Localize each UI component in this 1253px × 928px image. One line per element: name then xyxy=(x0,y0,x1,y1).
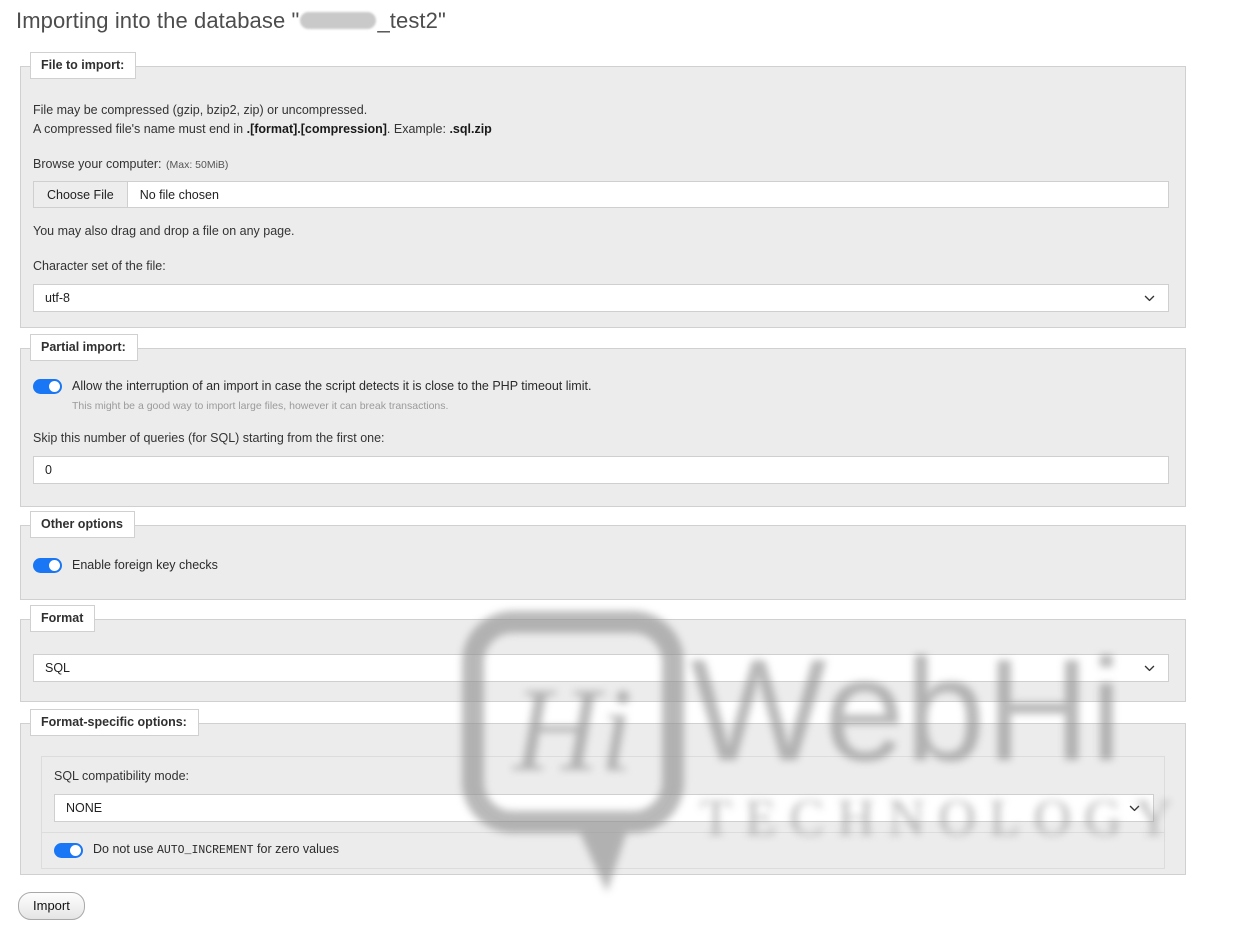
format-select[interactable]: SQL xyxy=(33,654,1169,682)
browse-your-computer-row: Browse your computer: (Max: 50MiB) xyxy=(33,155,1173,174)
chevron-down-icon xyxy=(1143,292,1156,305)
allow-interrupt-toggle[interactable] xyxy=(33,379,62,394)
auto-increment-suffix: for zero values xyxy=(253,842,340,856)
charset-label: Character set of the file: xyxy=(33,259,166,273)
charset-select-value: utf-8 xyxy=(45,291,71,305)
other-options-fieldset: Other options Enable foreign key checks xyxy=(20,511,1186,600)
partial-import-fieldset: Partial import: Allow the interruption o… xyxy=(20,334,1186,507)
auto-increment-row[interactable]: Do not use AUTO_INCREMENT for zero value… xyxy=(54,842,1152,858)
toggle-knob xyxy=(49,381,60,392)
sql-compatibility-select[interactable]: NONE xyxy=(54,794,1154,822)
format-legend: Format xyxy=(30,605,96,632)
format-specific-options-legend: Format-specific options: xyxy=(30,709,199,736)
max-file-size: (Max: 50MiB) xyxy=(165,159,229,171)
format-specific-options-fieldset: Format-specific options: SQL compatibili… xyxy=(20,709,1186,875)
page-title-suffix: _test2" xyxy=(377,8,446,33)
sql-compatibility-value: NONE xyxy=(66,801,103,815)
allow-interrupt-hint: This might be a good way to import large… xyxy=(72,400,449,412)
compression-info-line1: File may be compressed (gzip, bzip2, zip… xyxy=(33,103,368,117)
auto-increment-section: Do not use AUTO_INCREMENT for zero value… xyxy=(42,832,1164,868)
file-to-import-legend: File to import: xyxy=(30,52,137,79)
drag-drop-note: You may also drag and drop a file on any… xyxy=(33,224,295,238)
sql-compatibility-label: SQL compatibility mode: xyxy=(54,769,190,783)
auto-increment-toggle[interactable] xyxy=(54,842,83,858)
auto-increment-prefix: Do not use xyxy=(93,842,157,856)
page-title-prefix: Importing into the database " xyxy=(16,8,300,33)
foreign-key-checks-toggle[interactable] xyxy=(33,558,62,573)
file-upload-input[interactable]: Choose File No file chosen xyxy=(33,181,1169,208)
file-to-import-fieldset: File to import: File may be compressed (… xyxy=(20,52,1186,328)
allow-interrupt-label: Allow the interruption of an import in c… xyxy=(72,379,592,393)
import-page: Importing into the database " _test2" Fil… xyxy=(0,0,1253,928)
line2-prefix: A compressed file's name must end in xyxy=(33,122,247,136)
auto-increment-label: Do not use AUTO_INCREMENT for zero value… xyxy=(93,842,339,858)
file-chosen-status: No file chosen xyxy=(139,187,219,202)
skip-queries-input[interactable]: 0 xyxy=(33,456,1169,484)
foreign-key-checks-label: Enable foreign key checks xyxy=(72,558,218,572)
redacted-database-name xyxy=(300,12,377,29)
format-select-value: SQL xyxy=(45,661,71,675)
format-compression-token: .[format].[compression] xyxy=(246,122,387,136)
chevron-down-icon xyxy=(1128,802,1141,815)
browse-label: Browse your computer: xyxy=(33,157,162,171)
toggle-knob xyxy=(70,844,81,856)
other-options-legend: Other options xyxy=(30,511,135,538)
skip-queries-value: 0 xyxy=(45,463,52,477)
page-title: Importing into the database " _test2" xyxy=(16,8,446,34)
charset-select[interactable]: utf-8 xyxy=(33,284,1169,312)
partial-import-legend: Partial import: xyxy=(30,334,138,361)
sql-options-panel: SQL compatibility mode: NONE Do not use … xyxy=(41,756,1165,869)
line2-mid: . Example: xyxy=(386,122,450,136)
auto-increment-keyword: AUTO_INCREMENT xyxy=(156,844,254,857)
format-fieldset: Format SQL xyxy=(20,605,1186,702)
compression-info-line2: A compressed file's name must end in .[f… xyxy=(33,120,1173,139)
skip-queries-label: Skip this number of queries (for SQL) st… xyxy=(33,431,385,445)
choose-file-button[interactable]: Choose File xyxy=(34,182,128,207)
allow-interrupt-row[interactable]: Allow the interruption of an import in c… xyxy=(33,379,1173,394)
chevron-down-icon xyxy=(1143,662,1156,675)
sql-zip-token: .sql.zip xyxy=(449,122,492,136)
import-button[interactable]: Import xyxy=(18,892,85,920)
foreign-key-checks-row[interactable]: Enable foreign key checks xyxy=(33,558,1173,573)
toggle-knob xyxy=(49,560,60,571)
